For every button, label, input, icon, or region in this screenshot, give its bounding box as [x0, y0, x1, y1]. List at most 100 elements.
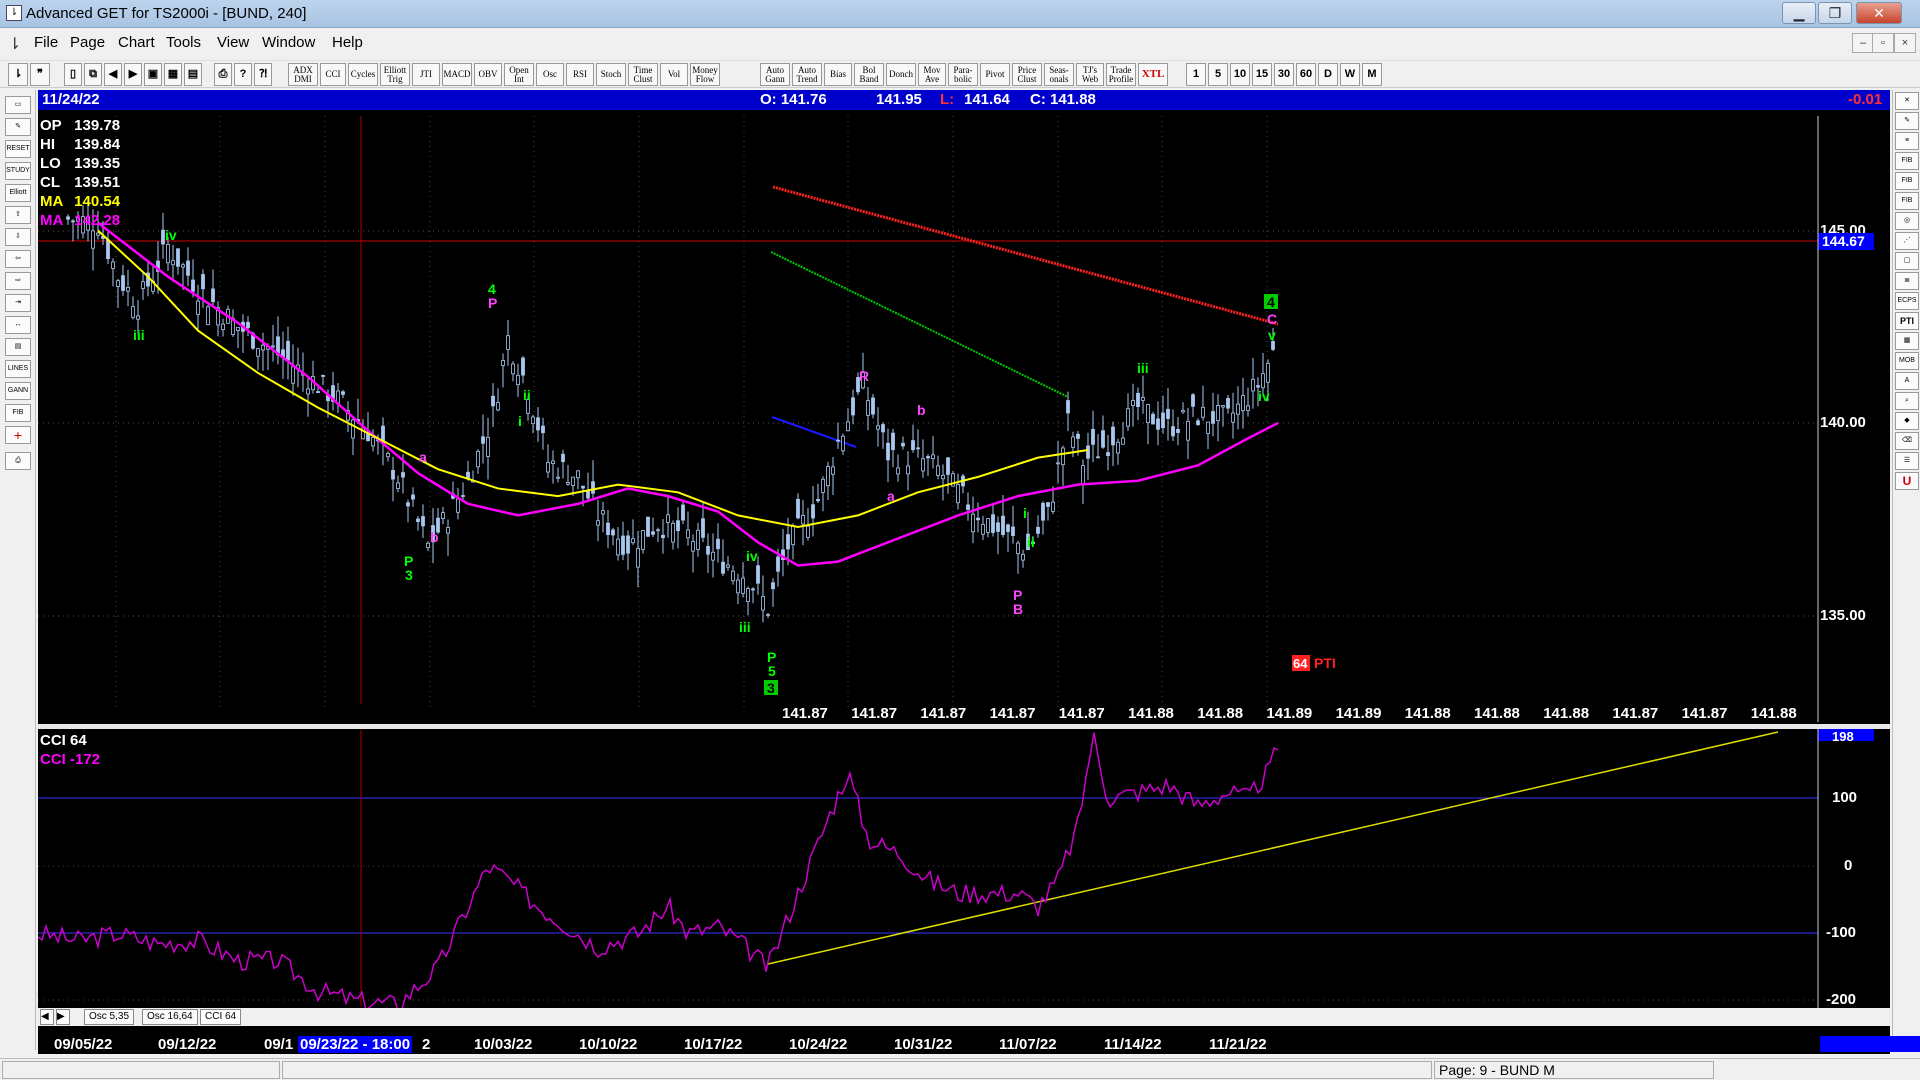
chart-area[interactable]: iv iii 4 P ii i a b P 3 iv iii P 5 3 R b… — [38, 110, 1890, 1040]
study-parabolic-button[interactable]: Para- bolic — [948, 63, 978, 86]
print-icon[interactable]: ⎙ — [214, 63, 232, 86]
tab-scroll-right-icon[interactable]: ▶ — [56, 1009, 70, 1025]
menu-chart[interactable]: Chart — [118, 34, 155, 51]
fib-time-icon[interactable]: FIB TIME — [1895, 192, 1919, 210]
red-trendline[interactable] — [772, 185, 1279, 326]
interval-15-button[interactable]: 15 — [1252, 63, 1272, 86]
expand-icon[interactable]: ↔ — [5, 316, 31, 334]
marker-icon[interactable]: ◆ — [1895, 412, 1919, 430]
study-auto-gann-button[interactable]: Auto Gann — [760, 63, 790, 86]
elliott-icon[interactable]: Elliott — [5, 184, 31, 202]
pen-icon[interactable]: ✎ — [1895, 112, 1919, 130]
grid-icon[interactable]: ▦ — [164, 63, 182, 86]
help-icon[interactable]: ? — [234, 63, 252, 86]
open-icon[interactable]: ▭ — [5, 96, 31, 114]
arrow-tool-icon[interactable]: ⇂ — [8, 63, 28, 86]
tab-osc-16-64[interactable]: Osc 16,64 — [142, 1009, 198, 1025]
box-icon[interactable]: ▢ — [1895, 252, 1919, 270]
eraser-icon[interactable]: ⌫ — [1895, 432, 1919, 450]
child-close-button[interactable]: × — [1894, 33, 1916, 53]
study-auto-trend-button[interactable]: Auto Trend — [792, 63, 822, 86]
child-minimize-button[interactable]: – — [1852, 33, 1874, 53]
lines-icon[interactable]: LINES — [5, 360, 31, 378]
grid-tool-icon[interactable]: ▦ — [1895, 332, 1919, 350]
indicator-elliott-trig-button[interactable]: Elliott Trig — [380, 63, 410, 86]
gann-icon[interactable]: GANN — [5, 382, 31, 400]
new-page-icon[interactable]: ▯ — [64, 63, 82, 86]
text-icon[interactable]: A — [1895, 372, 1919, 390]
interval-m-button[interactable]: M — [1362, 63, 1382, 86]
study-seasonals-button[interactable]: Seas- onals — [1044, 63, 1074, 86]
indicator-vol-button[interactable]: Vol — [660, 63, 688, 86]
menu-file[interactable]: File — [34, 34, 58, 51]
interval-10-button[interactable]: 10 — [1230, 63, 1250, 86]
indicator-macd-button[interactable]: MACD — [442, 63, 472, 86]
minimize-button[interactable]: ▁ — [1782, 2, 1816, 24]
study-tjs-web-button[interactable]: TJ's Web — [1076, 63, 1104, 86]
channel-icon[interactable]: ≣ — [1895, 272, 1919, 290]
interval-d-button[interactable]: D — [1318, 63, 1338, 86]
window-icon[interactable]: ▣ — [144, 63, 162, 86]
study-pivot-button[interactable]: Pivot — [980, 63, 1010, 86]
study-icon[interactable]: STUDY — [5, 162, 31, 180]
study-trade-profile-button[interactable]: Trade Profile — [1106, 63, 1136, 86]
arrow-left-icon[interactable]: ⇦ — [5, 250, 31, 268]
interval-30-button[interactable]: 30 — [1274, 63, 1294, 86]
interval-5-button[interactable]: 5 — [1208, 63, 1228, 86]
list-icon[interactable]: ☰ — [1895, 452, 1919, 470]
ellipse-icon[interactable]: ECPS — [1895, 292, 1919, 310]
interval-w-button[interactable]: W — [1340, 63, 1360, 86]
menu-page[interactable]: Page — [70, 34, 105, 51]
arrow-up-icon[interactable]: ⇧ — [5, 206, 31, 224]
fib-icon[interactable]: FIB — [5, 404, 31, 422]
lines-tool-icon[interactable]: ≡ — [1895, 132, 1919, 150]
menu-help[interactable]: Help — [332, 34, 363, 51]
cci-trendline[interactable] — [767, 731, 1779, 965]
maximize-button[interactable]: ❐ — [1818, 2, 1852, 24]
fan-icon[interactable]: ⋰ — [1895, 232, 1919, 250]
indicator-cycles-button[interactable]: Cycles — [348, 63, 378, 86]
layout-icon[interactable]: ▤ — [184, 63, 202, 86]
close-button[interactable]: ✕ — [1856, 2, 1902, 24]
back-icon[interactable]: ◀ — [104, 63, 122, 86]
indicator-osc-button[interactable]: Osc — [536, 63, 564, 86]
menu-view[interactable]: View — [217, 34, 249, 51]
indicator-open-int-button[interactable]: Open Int — [504, 63, 534, 86]
indicator-stoch-button[interactable]: Stoch — [596, 63, 626, 86]
pane-separator[interactable] — [38, 724, 1890, 729]
context-help-icon[interactable]: ⁈ — [254, 63, 272, 86]
compress-icon[interactable]: ⇥ — [5, 294, 31, 312]
table-icon[interactable]: ▤ — [5, 338, 31, 356]
fib-ret-icon[interactable]: FIB RET — [1895, 152, 1919, 170]
indicator-jti-button[interactable]: JTI — [412, 63, 440, 86]
draw-icon[interactable]: ✎ — [5, 118, 31, 136]
interval-1-button[interactable]: 1 — [1186, 63, 1206, 86]
arrow-down-icon[interactable]: ⇩ — [5, 228, 31, 246]
indicator-obv-button[interactable]: OBV — [474, 63, 502, 86]
indicator-adx-dmi-button[interactable]: ADX DMI — [288, 63, 318, 86]
study-price-clust-button[interactable]: Price Clust — [1012, 63, 1042, 86]
study-donch-button[interactable]: Donch — [886, 63, 916, 86]
forward-icon[interactable]: ▶ — [124, 63, 142, 86]
green-trendline[interactable] — [770, 251, 1069, 398]
copy-icon[interactable]: ⧉ — [84, 63, 102, 86]
indicator-cci-button[interactable]: CCI — [320, 63, 346, 86]
close-pane-icon[interactable]: ✕ — [1895, 92, 1919, 110]
undo-icon[interactable]: U — [1895, 472, 1919, 490]
print-chart-icon[interactable]: ⎙ — [5, 452, 31, 470]
cycle-icon[interactable]: ◎ — [1895, 212, 1919, 230]
indicator-time-clust-button[interactable]: Time Clust — [628, 63, 658, 86]
chart-canvas[interactable]: iv iii 4 P ii i a b P 3 iv iii P 5 3 R b… — [38, 110, 1890, 1040]
zoom-icon[interactable]: ⌕ — [1895, 392, 1919, 410]
xtl-button[interactable]: XTL — [1138, 63, 1168, 86]
child-restore-button[interactable]: ▫ — [1872, 33, 1894, 53]
menu-tools[interactable]: Tools — [166, 34, 201, 51]
crosshair-icon[interactable]: + — [5, 426, 31, 444]
indicator-money-flow-button[interactable]: Money Flow — [690, 63, 720, 86]
tab-scroll-left-icon[interactable]: ◀ — [40, 1009, 54, 1025]
tab-osc-5-35[interactable]: Osc 5,35 — [84, 1009, 135, 1025]
study-bias-button[interactable]: Bias — [824, 63, 852, 86]
pti-icon[interactable]: PTI — [1895, 312, 1919, 330]
indicator-rsi-button[interactable]: RSI — [566, 63, 594, 86]
arrow-right-icon[interactable]: ⇨ — [5, 272, 31, 290]
